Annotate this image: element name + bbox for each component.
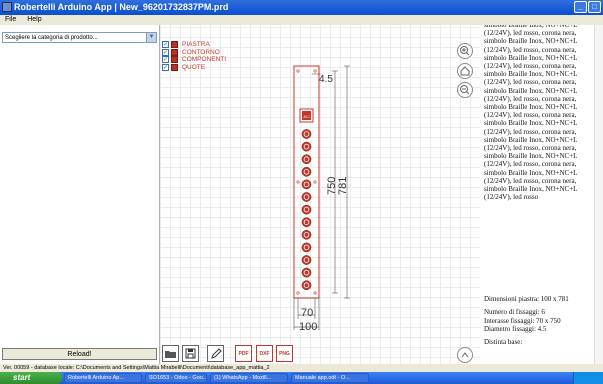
button-column <box>301 129 312 291</box>
taskbar: start Robertelli Arduino Ap... SO1653 - … <box>0 372 603 384</box>
export-png-button[interactable]: PNG <box>276 345 293 362</box>
plate-dimensions: Dimensioni piastra: 100 x 781 <box>484 295 569 303</box>
push-button <box>301 229 312 240</box>
color-swatch <box>171 48 178 56</box>
fixings-count: Numero di fissaggi: 6 <box>484 308 545 316</box>
home-icon <box>460 66 470 76</box>
layer-item[interactable]: ✓ QUOTE <box>161 63 226 72</box>
taskbar-item[interactable]: Robertelli Arduino Ap... <box>64 373 142 383</box>
edit-button[interactable] <box>207 345 224 362</box>
layer-list: ✓ PIASTRA ✓ CONTORNO ✓ COMPONENTI ✓ QUOTE <box>161 41 226 71</box>
system-tray <box>573 372 603 384</box>
category-select-value: Scegliere la categoria di prodotto... <box>5 35 98 41</box>
bom-title: Distinta base: <box>484 338 523 346</box>
layer-label: CONTORNO <box>182 48 220 56</box>
title-bar: Robertelli Arduino App | New_96201732837… <box>0 0 603 15</box>
zoom-in-button[interactable] <box>457 43 473 59</box>
save-button[interactable] <box>182 345 199 362</box>
push-button <box>301 280 312 291</box>
product-description: simbolo Braille Inox, NO+NC+L (12/24V), … <box>484 25 578 202</box>
reload-button[interactable]: Reload! <box>2 348 157 360</box>
hole-dimension-label: 4.5 <box>319 74 333 85</box>
layer-item[interactable]: ✓ COMPONENTI <box>161 56 226 64</box>
push-button <box>301 129 312 139</box>
zoom-out-icon <box>460 85 470 95</box>
scroll-top-button[interactable] <box>457 347 473 363</box>
png-label: PNG <box>279 351 290 357</box>
fixings-diameter: Diametro fissaggi: 4.5 <box>484 325 547 333</box>
window-title: Robertelli Arduino App | New_96201732837… <box>14 2 229 12</box>
push-button <box>301 192 312 202</box>
fixings-spacing: Interasse fissaggi: 70 x 750 <box>484 316 561 325</box>
start-button[interactable]: start <box>0 372 62 384</box>
push-button <box>301 166 312 177</box>
push-button <box>301 204 312 215</box>
taskbar-item[interactable]: SO1653 - Odoo - Goo... <box>145 373 207 383</box>
svg-text:A☐: A☐ <box>303 114 310 119</box>
arrow-up-icon <box>461 352 469 358</box>
layer-label: QUOTE <box>182 63 206 71</box>
push-button <box>301 217 312 228</box>
taskbar-item[interactable]: (1) WhatsApp - Mozill... <box>210 373 288 383</box>
push-button <box>301 179 312 190</box>
drawing-canvas[interactable]: A☐ 4.5 750 781 70 100 PDF DXF PNG <box>160 25 480 364</box>
maximize-button[interactable]: □ <box>588 1 601 13</box>
pdf-label: PDF <box>238 351 249 357</box>
push-button <box>301 267 312 278</box>
export-pdf-button[interactable]: PDF <box>235 345 252 362</box>
checkbox-icon[interactable]: ✓ <box>162 63 169 71</box>
outer-width-label: 100 <box>299 321 317 333</box>
menu-help[interactable]: Help <box>27 16 41 23</box>
open-button[interactable] <box>162 345 179 362</box>
taskbar-item[interactable]: Manuale app.odt - O... <box>291 373 369 383</box>
push-button <box>301 154 312 165</box>
push-button <box>301 242 312 253</box>
checkbox-icon[interactable]: ✓ <box>162 48 169 56</box>
pencil-icon <box>211 348 222 359</box>
fixings-info: Numero di fissaggi: 6 Interasse fissaggi… <box>484 308 561 334</box>
dxf-label: DXF <box>259 351 270 357</box>
scrollbar[interactable] <box>594 25 603 364</box>
category-select[interactable]: Scegliere la categoria di prodotto... ▼ <box>2 32 157 43</box>
layer-label: PIASTRA <box>182 41 210 48</box>
layer-item[interactable]: ✓ CONTORNO <box>161 48 226 57</box>
floppy-icon <box>185 348 196 359</box>
zoom-out-button[interactable] <box>457 82 473 98</box>
app-icon <box>2 2 12 12</box>
minimize-button[interactable]: _ <box>574 1 587 13</box>
zoom-in-icon <box>460 46 470 56</box>
checkbox-icon[interactable]: ✓ <box>162 56 169 63</box>
menu-bar: File Help <box>0 15 603 25</box>
checkbox-icon[interactable]: ✓ <box>162 41 169 48</box>
status-bar: Ver. 00059 - database locale: C:\Documen… <box>0 364 603 372</box>
app-window: Robertelli Arduino App | New_96201732837… <box>0 0 603 384</box>
left-panel: Scegliere la categoria di prodotto... ▼ … <box>0 25 160 364</box>
plate-drawing: A☐ 4.5 750 781 70 100 <box>293 65 350 333</box>
color-swatch <box>171 63 178 71</box>
layer-item[interactable]: ✓ PIASTRA <box>161 41 226 49</box>
color-swatch <box>171 41 178 48</box>
home-button[interactable] <box>457 63 473 79</box>
outer-height-label: 781 <box>337 177 349 195</box>
chevron-down-icon[interactable]: ▼ <box>146 33 156 42</box>
color-swatch <box>171 56 178 63</box>
export-dxf-button[interactable]: DXF <box>256 345 273 362</box>
layer-label: COMPONENTI <box>182 56 227 63</box>
inner-width-label: 70 <box>301 307 313 319</box>
push-button <box>301 255 312 265</box>
push-button <box>301 141 312 152</box>
menu-file[interactable]: File <box>5 16 16 23</box>
folder-icon <box>165 351 176 358</box>
